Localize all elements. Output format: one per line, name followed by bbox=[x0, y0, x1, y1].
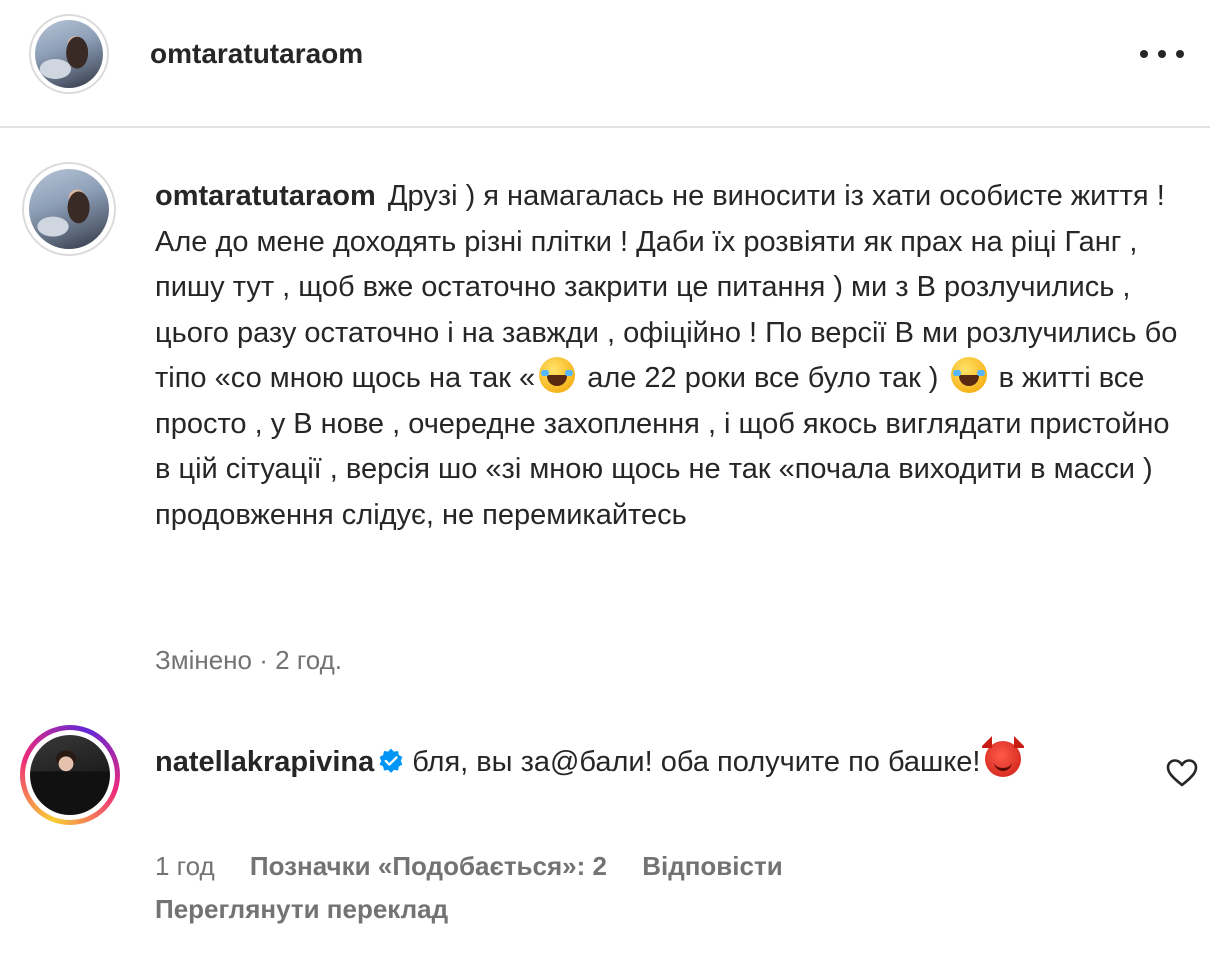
tears-of-joy-emoji-icon bbox=[539, 357, 576, 393]
devil-emoji-icon bbox=[981, 736, 1024, 777]
caption-avatar[interactable] bbox=[22, 162, 116, 256]
edited-label: Змінено bbox=[155, 645, 252, 675]
reply-button[interactable]: Відповісти bbox=[642, 851, 782, 881]
meta-separator: · bbox=[259, 645, 268, 675]
caption-username[interactable]: omtaratutaraom bbox=[155, 180, 376, 212]
tears-of-joy-emoji-icon bbox=[950, 357, 987, 393]
reply-avatar[interactable] bbox=[20, 725, 120, 825]
post-header: omtaratutaraom bbox=[0, 0, 1210, 128]
verified-badge-icon bbox=[379, 748, 403, 773]
caption-part-2: але 22 роки все було так ) bbox=[579, 362, 947, 394]
more-options-icon[interactable] bbox=[1140, 38, 1184, 70]
avatar-photo bbox=[29, 169, 109, 249]
reply-time[interactable]: 1 год bbox=[155, 851, 215, 881]
reply-likes-count[interactable]: Позначки «Подобається»: 2 bbox=[250, 851, 607, 881]
caption-meta: Змінено · 2 год. bbox=[155, 643, 342, 677]
like-heart-icon[interactable] bbox=[1166, 758, 1198, 788]
header-avatar[interactable] bbox=[29, 14, 109, 94]
header-username[interactable]: omtaratutaraom bbox=[150, 36, 363, 72]
avatar-photo bbox=[30, 735, 110, 815]
reply-text: natellakrapivina бля, вы за@бали! оба по… bbox=[155, 736, 1135, 786]
caption-time[interactable]: 2 год. bbox=[275, 645, 342, 675]
reply-meta: 1 год Позначки «Подобається»: 2 Відповіс… bbox=[155, 848, 811, 884]
avatar-photo bbox=[35, 20, 103, 88]
reply-username[interactable]: natellakrapivina bbox=[155, 746, 374, 778]
see-translation-button[interactable]: Переглянути переклад bbox=[155, 891, 448, 927]
reply-message: бля, вы за@бали! оба получите по башке! bbox=[412, 746, 981, 778]
caption-text: omtaratutaraom Друзі ) я намагалась не в… bbox=[155, 174, 1190, 538]
